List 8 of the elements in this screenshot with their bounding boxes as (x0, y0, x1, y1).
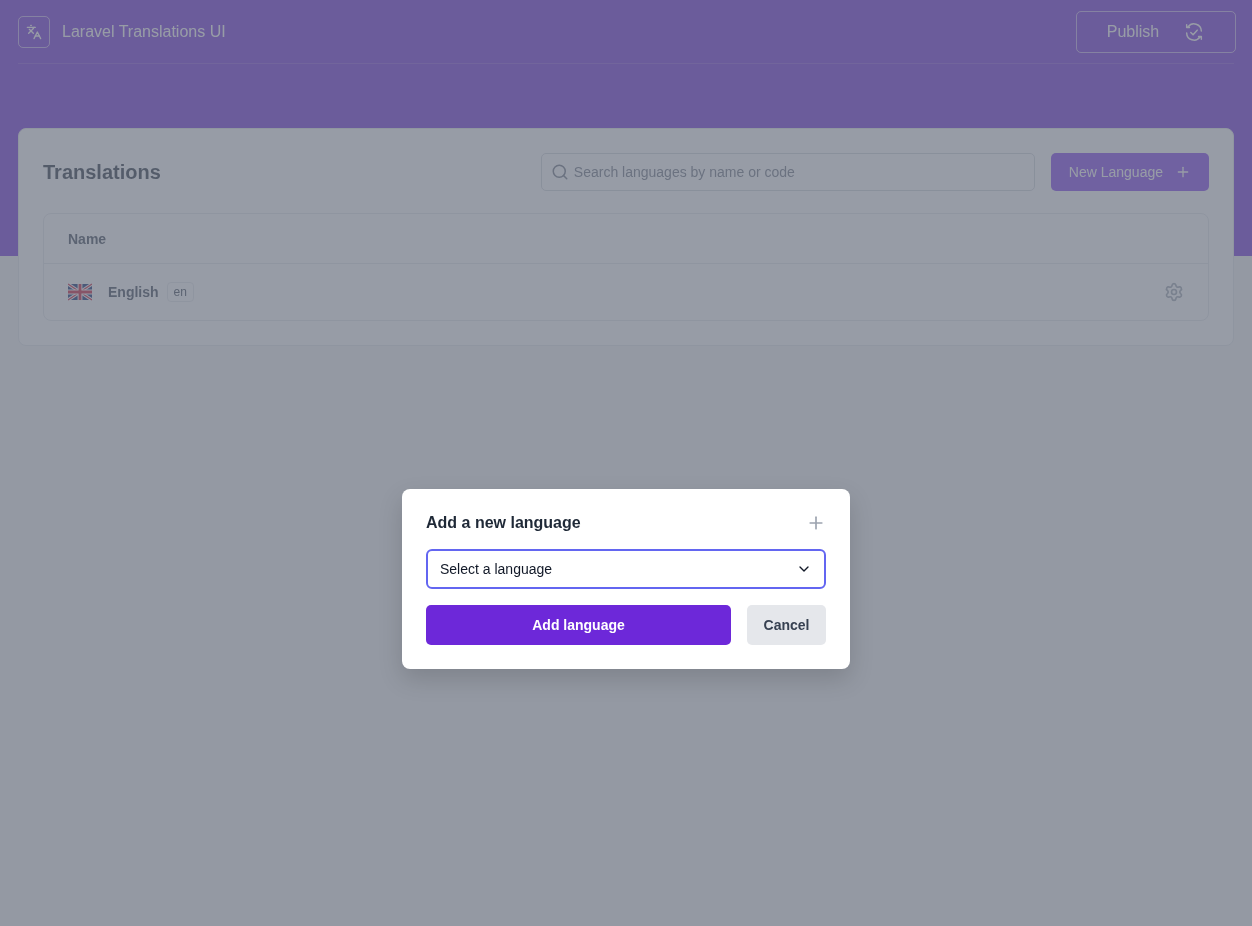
dialog-title: Add a new language (426, 514, 581, 532)
language-select[interactable]: Select a language (426, 549, 826, 589)
language-name: English (108, 284, 159, 300)
column-header: Name (68, 230, 107, 247)
cancel-button[interactable]: Cancel (747, 605, 826, 645)
page-title: Translations (43, 160, 162, 184)
app-title: Laravel Translations UI (62, 22, 226, 41)
add-language-button[interactable]: Add language (426, 605, 731, 645)
